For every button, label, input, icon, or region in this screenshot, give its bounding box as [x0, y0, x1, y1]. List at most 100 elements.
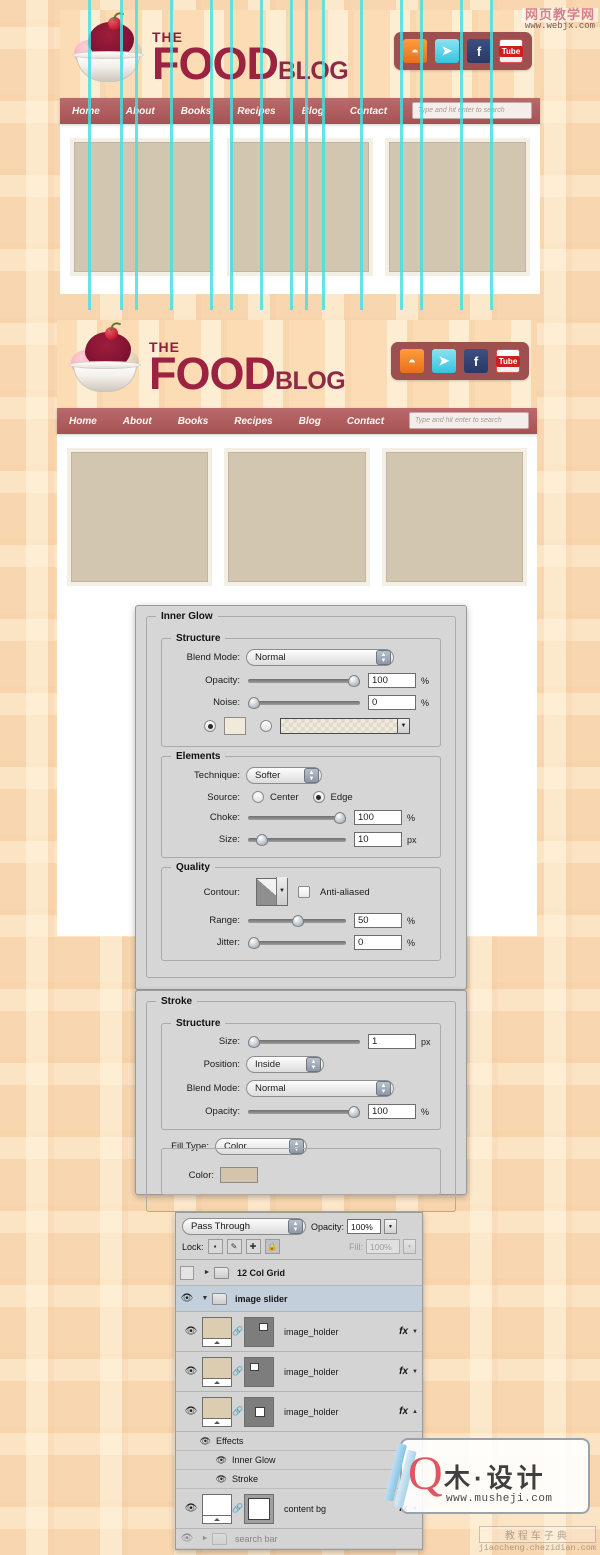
- layer-opacity-field[interactable]: 100%: [347, 1219, 382, 1234]
- lock-all-icon[interactable]: 🔒: [264, 1239, 280, 1254]
- color-radio[interactable]: [204, 720, 216, 732]
- nav-item-recipes[interactable]: Recipes: [234, 416, 272, 427]
- nav-item-blog[interactable]: Blog: [302, 106, 324, 117]
- size-field[interactable]: 10: [354, 832, 402, 847]
- slider-handle[interactable]: [348, 1105, 360, 1118]
- stroke-blend-mode-select[interactable]: Normal ▲ ▼: [246, 1080, 394, 1097]
- image-placeholder[interactable]: [384, 138, 530, 276]
- stroke-position-select[interactable]: Inside ▲ ▼: [246, 1056, 324, 1073]
- rss-icon[interactable]: ◓: [400, 349, 424, 373]
- nav-item-home[interactable]: Home: [72, 106, 100, 117]
- link-layers-icon[interactable]: 🔗: [232, 1503, 244, 1514]
- technique-select[interactable]: Softer ▲ ▼: [246, 767, 322, 784]
- link-layers-icon[interactable]: 🔗: [232, 1406, 244, 1417]
- nav-item-about[interactable]: About: [123, 416, 152, 427]
- layer-row-search-bar[interactable]: 👁 ► search bar: [176, 1529, 422, 1549]
- site-logo-top[interactable]: THE FOOD BLOG: [70, 11, 349, 88]
- facebook-icon[interactable]: f: [464, 349, 488, 373]
- lock-image-pixels-icon[interactable]: ✎: [226, 1239, 242, 1254]
- nav-item-contact[interactable]: Contact: [350, 106, 387, 117]
- site-logo[interactable]: THE FOOD BLOG: [67, 321, 346, 398]
- stepper-icon[interactable]: ▲ ▼: [304, 768, 319, 783]
- layer-mask-thumbnail[interactable]: [244, 1493, 274, 1524]
- youtube-icon[interactable]: Tube: [498, 39, 524, 63]
- nav-item-blog[interactable]: Blog: [299, 416, 321, 427]
- slider-handle[interactable]: [256, 833, 268, 846]
- visibility-toggle-icon[interactable]: 👁: [176, 1474, 232, 1485]
- nav-item-recipes[interactable]: Recipes: [237, 106, 275, 117]
- stroke-opacity-slider[interactable]: [248, 1105, 360, 1119]
- layer-mask-thumbnail[interactable]: [244, 1316, 274, 1347]
- twitter-icon[interactable]: ➤: [435, 39, 459, 63]
- slider-handle[interactable]: [248, 696, 260, 709]
- stepper-icon[interactable]: ▲ ▼: [376, 650, 391, 665]
- layer-effects-badge[interactable]: fx: [399, 1406, 408, 1417]
- visibility-toggle-icon[interactable]: 👁: [180, 1406, 202, 1417]
- lock-transparent-pixels-icon[interactable]: ▪: [207, 1239, 223, 1254]
- layer-row[interactable]: 👁 🔗 image_holder fx ▼: [176, 1312, 422, 1352]
- opacity-slider[interactable]: [248, 674, 360, 688]
- layer-row-12-col-grid[interactable]: ► 12 Col Grid: [176, 1260, 422, 1286]
- size-slider[interactable]: [248, 833, 346, 847]
- link-layers-icon[interactable]: 🔗: [232, 1366, 244, 1377]
- expand-triangle-icon[interactable]: ►: [200, 1269, 214, 1276]
- nav-item-books[interactable]: Books: [178, 416, 209, 427]
- blend-mode-select[interactable]: Normal ▲ ▼: [246, 649, 394, 666]
- choke-slider[interactable]: [248, 811, 346, 825]
- stepper-icon[interactable]: ▲ ▼: [288, 1219, 303, 1234]
- image-placeholder[interactable]: [227, 138, 373, 276]
- visibility-toggle-icon[interactable]: 👁: [180, 1366, 202, 1377]
- rss-icon[interactable]: ◓: [403, 39, 427, 63]
- layer-row[interactable]: 👁 🔗 image_holder fx ▲: [176, 1392, 422, 1432]
- layer-effects-badge[interactable]: fx: [399, 1366, 408, 1377]
- visibility-toggle-icon[interactable]: 👁: [180, 1326, 202, 1337]
- layer-thumbnail[interactable]: [202, 1316, 232, 1347]
- layer-row-image-slider[interactable]: 👁 ▼ image slider: [176, 1286, 422, 1312]
- visibility-toggle-icon[interactable]: 👁: [176, 1455, 232, 1466]
- layer-blend-mode-select[interactable]: Pass Through ▲ ▼: [182, 1218, 306, 1235]
- chevron-down-icon[interactable]: ▼: [412, 1369, 418, 1375]
- visibility-toggle-icon[interactable]: 👁: [180, 1503, 202, 1514]
- expand-triangle-icon[interactable]: ►: [198, 1535, 212, 1542]
- range-slider[interactable]: [248, 914, 346, 928]
- effects-row[interactable]: 👁 Effects: [176, 1432, 422, 1451]
- chevron-down-icon[interactable]: ▼: [412, 1329, 418, 1335]
- layer-thumbnail[interactable]: [202, 1356, 232, 1387]
- stroke-size-slider[interactable]: [248, 1035, 360, 1049]
- image-placeholder[interactable]: [381, 448, 527, 586]
- choke-field[interactable]: 100: [354, 810, 402, 825]
- slider-handle[interactable]: [248, 936, 260, 949]
- image-placeholder[interactable]: [70, 138, 216, 276]
- youtube-icon[interactable]: Tube: [495, 349, 521, 373]
- search-input-top[interactable]: Type and hit enter to search: [412, 102, 532, 119]
- stepper-icon[interactable]: ▲ ▼: [376, 1081, 391, 1096]
- gradient-picker[interactable]: ▼: [280, 718, 410, 734]
- jitter-field[interactable]: 0: [354, 935, 402, 950]
- anti-aliased-checkbox[interactable]: [298, 886, 310, 898]
- layer-row[interactable]: 👁 🔗 image_holder fx ▼: [176, 1352, 422, 1392]
- range-field[interactable]: 50: [354, 913, 402, 928]
- twitter-icon[interactable]: ➤: [432, 349, 456, 373]
- image-placeholder[interactable]: [67, 448, 213, 586]
- facebook-icon[interactable]: f: [467, 39, 491, 63]
- layer-thumbnail[interactable]: [202, 1396, 232, 1427]
- visibility-toggle-icon[interactable]: [180, 1265, 194, 1280]
- chevron-down-icon[interactable]: ▼: [397, 718, 410, 734]
- contour-preset[interactable]: ▼: [256, 877, 288, 906]
- chevron-down-icon[interactable]: ▼: [403, 1239, 416, 1254]
- chevron-down-icon[interactable]: ▼: [276, 877, 287, 905]
- slider-handle[interactable]: [348, 674, 360, 687]
- stroke-opacity-field[interactable]: 100: [368, 1104, 416, 1119]
- chevron-up-icon[interactable]: ▲: [412, 1409, 418, 1415]
- effect-row-inner-glow[interactable]: 👁 Inner Glow: [176, 1451, 422, 1470]
- noise-slider[interactable]: [248, 696, 360, 710]
- slider-handle[interactable]: [248, 1035, 260, 1048]
- stroke-color-swatch[interactable]: [220, 1167, 258, 1183]
- layer-mask-thumbnail[interactable]: [244, 1356, 274, 1387]
- visibility-toggle-icon[interactable]: 👁: [176, 1533, 198, 1544]
- stepper-icon[interactable]: ▲ ▼: [306, 1057, 321, 1072]
- visibility-toggle-icon[interactable]: 👁: [176, 1436, 216, 1447]
- slider-handle[interactable]: [292, 914, 304, 927]
- nav-item-about[interactable]: About: [126, 106, 155, 117]
- nav-item-contact[interactable]: Contact: [347, 416, 384, 427]
